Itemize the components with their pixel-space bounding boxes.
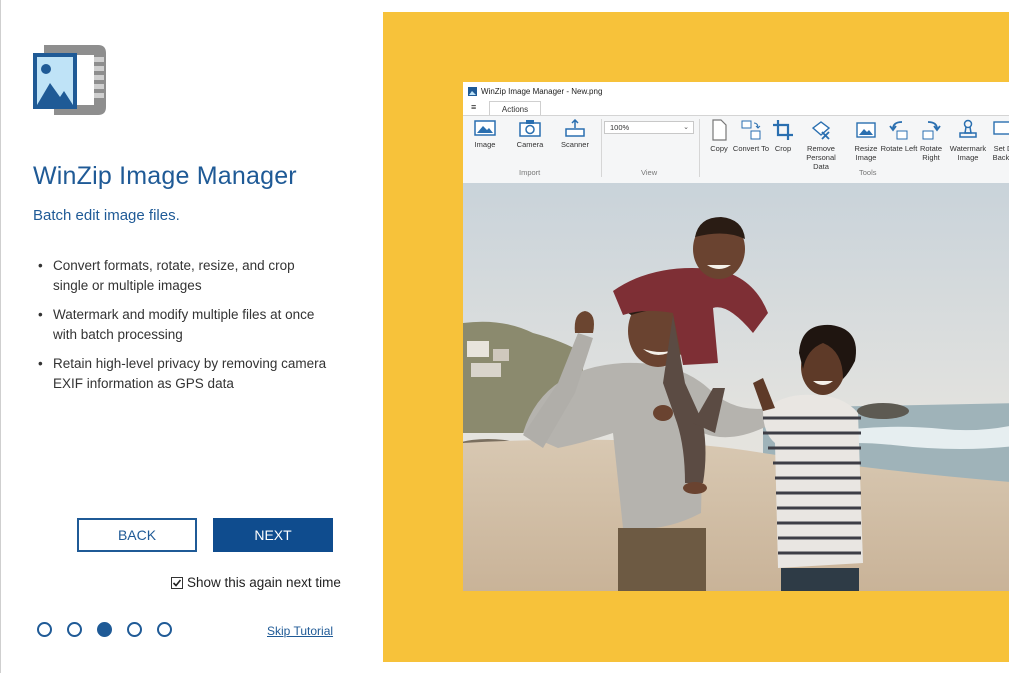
preview-panel: WinZip Image Manager - New.png ≡ Actions…	[383, 12, 1009, 662]
checkmark-icon	[172, 578, 182, 587]
feature-item: • Watermark and modify multiple files at …	[38, 305, 328, 344]
screenshot-titlebar: WinZip Image Manager - New.png	[463, 82, 1009, 101]
crop-icon	[773, 120, 793, 140]
feature-text: Convert formats, rotate, resize, and cro…	[53, 258, 295, 293]
bullet-icon: •	[38, 356, 43, 371]
app-screenshot: WinZip Image Manager - New.png ≡ Actions…	[463, 82, 1009, 591]
feature-text: Watermark and modify multiple files at o…	[53, 307, 315, 342]
page-dot-1[interactable]	[37, 622, 52, 637]
copy-icon	[712, 119, 727, 141]
convert-icon	[741, 120, 761, 140]
ribbon-image: Image	[465, 119, 505, 149]
screenshot-tabs: ≡ Actions	[463, 101, 1009, 116]
ribbon-group-tools: Tools	[859, 168, 877, 177]
window-edge	[0, 0, 1, 673]
page-title: WinZip Image Manager	[33, 162, 297, 190]
bullet-icon: •	[38, 258, 43, 273]
ribbon-crop: Crop	[763, 119, 803, 153]
ribbon-group-import: Import	[519, 168, 541, 177]
show-again-checkbox[interactable]	[171, 576, 183, 589]
page-dot-2[interactable]	[67, 622, 82, 637]
image-icon	[474, 120, 496, 136]
page-dot-5[interactable]	[157, 622, 172, 637]
rotate-left-icon	[889, 121, 908, 140]
chevron-down-icon: ⌄	[683, 124, 689, 131]
ribbon-camera: Camera	[510, 119, 550, 149]
zoom-select: 100% ⌄	[604, 121, 694, 134]
feature-item: • Convert formats, rotate, resize, and cr…	[38, 256, 328, 295]
set-background-icon	[993, 121, 1009, 135]
page-dot-4[interactable]	[127, 622, 142, 637]
family-beach-photo	[463, 183, 1009, 591]
ribbon-rotate-right: Rotate Right	[911, 119, 951, 162]
feature-list: • Convert formats, rotate, resize, and cr…	[38, 256, 328, 403]
ribbon-scanner: Scanner	[555, 119, 595, 149]
show-again-label: Show this again next time	[187, 575, 341, 590]
next-button[interactable]: NEXT	[213, 518, 333, 552]
feature-item: • Retain high-level privacy by removing c…	[38, 354, 328, 393]
watermark-stamp-icon	[959, 119, 977, 138]
ribbon-watermark: Watermark Image	[948, 119, 988, 162]
page-subtitle: Batch edit image files.	[33, 207, 180, 224]
skip-tutorial-link[interactable]: Skip Tutorial	[267, 624, 333, 638]
resize-icon	[856, 122, 876, 138]
ribbon-remove-personal-data: Remove Personal Data	[801, 119, 841, 171]
page-dot-3[interactable]	[97, 622, 112, 637]
ribbon-set-background: Set D Backg	[983, 119, 1009, 162]
scanner-icon	[565, 119, 585, 137]
remove-data-icon	[811, 121, 831, 140]
camera-icon	[519, 120, 541, 137]
bullet-icon: •	[38, 307, 43, 322]
tab-actions: Actions	[489, 101, 541, 116]
winzip-image-manager-logo-icon	[32, 43, 108, 117]
back-button[interactable]: BACK	[77, 518, 197, 552]
rotate-right-icon	[922, 121, 941, 140]
app-icon	[468, 87, 477, 96]
ribbon-group-view: View	[641, 168, 658, 177]
pagination-dots	[37, 622, 187, 637]
screenshot-ribbon: Image Camera Scanner Import 100% ⌄ View C…	[463, 115, 1009, 184]
hamburger-menu-icon: ≡	[471, 102, 477, 112]
show-again-option[interactable]: Show this again next time	[171, 575, 341, 590]
ribbon-separator	[601, 119, 602, 177]
feature-text: Retain high-level privacy by removing ca…	[53, 356, 327, 391]
screenshot-window-title: WinZip Image Manager - New.png	[481, 87, 603, 96]
